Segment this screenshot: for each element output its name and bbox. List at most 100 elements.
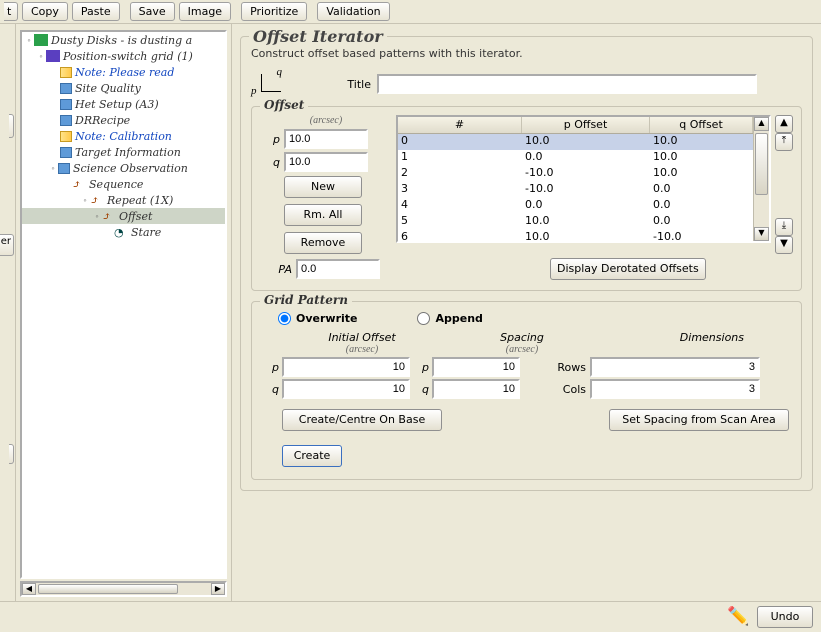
component-icon <box>60 99 72 110</box>
scroll-right-icon[interactable]: ▶ <box>211 583 225 595</box>
new-button[interactable]: New <box>284 176 362 198</box>
table-vscrollbar[interactable]: ▲ ▼ <box>753 117 769 241</box>
arcsec-label: (arcsec) <box>442 344 602 355</box>
note-icon <box>60 131 72 142</box>
tree-label[interactable]: Note: Please read <box>75 66 174 79</box>
panel-title: Offset Iterator <box>249 27 387 46</box>
grid-q-spacing-input[interactable] <box>432 379 520 399</box>
grid-rows-input[interactable] <box>590 357 760 377</box>
table-row[interactable]: 3-10.00.0 <box>398 182 753 198</box>
grid-cols-input[interactable] <box>590 379 760 399</box>
program-tree[interactable]: ◦ Dusty Disks - is dusting a ◦ Position-sw… <box>20 30 227 579</box>
move-bottom-button[interactable]: ▼ <box>775 236 793 254</box>
append-radio[interactable] <box>417 312 430 325</box>
image-button[interactable]: Image <box>179 2 231 21</box>
tree-label[interactable]: Site Quality <box>75 82 141 95</box>
grid-p-spacing-input[interactable] <box>432 357 520 377</box>
move-down-button[interactable]: ⤓ <box>775 218 793 236</box>
paste-button[interactable]: Paste <box>72 2 120 21</box>
cell-index: 4 <box>398 198 522 214</box>
tree-label[interactable]: Het Setup (A3) <box>75 98 159 111</box>
cell-q-offset: 10.0 <box>650 134 753 150</box>
component-icon <box>58 163 70 174</box>
undo-button[interactable]: Undo <box>757 606 813 628</box>
tree-label-selected[interactable]: Offset <box>119 210 152 223</box>
validation-button[interactable]: Validation <box>317 2 389 21</box>
scroll-thumb[interactable] <box>755 133 768 195</box>
left-stub-c[interactable] <box>9 444 14 464</box>
p-input[interactable] <box>284 129 368 149</box>
pa-label: PA <box>260 263 296 276</box>
rows-label: Rows <box>550 361 590 374</box>
tree-label[interactable]: DRRecipe <box>75 114 130 127</box>
q-input[interactable] <box>284 152 368 172</box>
col-q-offset[interactable]: q Offset <box>650 117 753 133</box>
save-button[interactable]: Save <box>130 2 175 21</box>
cell-index: 5 <box>398 214 522 230</box>
pa-input[interactable] <box>296 259 380 279</box>
scroll-left-icon[interactable]: ◀ <box>22 583 36 595</box>
scroll-down-icon[interactable]: ▼ <box>754 227 769 241</box>
panel-subtitle: Construct offset based patterns with thi… <box>251 47 802 60</box>
cell-q-offset: 0.0 <box>650 214 753 230</box>
tree-label[interactable]: Science Observation <box>73 162 188 175</box>
overwrite-label: Overwrite <box>296 312 357 325</box>
tree-label[interactable]: Repeat (1X) <box>107 194 173 207</box>
tree-twisty[interactable]: ◦ <box>24 35 34 45</box>
cell-q-offset: -10.0 <box>650 230 753 241</box>
tree-hscrollbar[interactable]: ◀ ▶ <box>20 581 227 597</box>
tree-label[interactable]: Dusty Disks - is dusting a <box>51 34 192 47</box>
dimensions-header: Dimensions <box>602 331 744 344</box>
grid-p-offset-input[interactable] <box>282 357 410 377</box>
undo-icon: ✏️ <box>727 606 751 628</box>
cell-index: 6 <box>398 230 522 241</box>
cell-p-offset: 10.0 <box>522 214 650 230</box>
cell-p-offset: -10.0 <box>522 182 650 198</box>
table-row[interactable]: 610.0-10.0 <box>398 230 753 241</box>
table-row[interactable]: 40.00.0 <box>398 198 753 214</box>
col-index[interactable]: # <box>398 117 522 133</box>
col-p-offset[interactable]: p Offset <box>522 117 650 133</box>
arcsec-label: (arcsec) <box>282 344 442 355</box>
scroll-up-icon[interactable]: ▲ <box>754 117 769 131</box>
tree-label[interactable]: Note: Calibration <box>75 130 172 143</box>
remove-button[interactable]: Remove <box>284 232 362 254</box>
create-centre-base-button[interactable]: Create/Centre On Base <box>282 409 442 431</box>
cols-label: Cols <box>550 383 590 396</box>
copy-button[interactable]: Copy <box>22 2 68 21</box>
table-row[interactable]: 2-10.010.0 <box>398 166 753 182</box>
cell-q-offset: 0.0 <box>650 198 753 214</box>
stare-icon <box>114 226 128 238</box>
set-spacing-scan-button[interactable]: Set Spacing from Scan Area <box>609 409 789 431</box>
tree-twisty[interactable]: ◦ <box>36 51 46 61</box>
prioritize-button[interactable]: Prioritize <box>241 2 307 21</box>
table-row[interactable]: 010.010.0 <box>398 134 753 150</box>
cell-index: 1 <box>398 150 522 166</box>
left-stub-b[interactable]: er <box>0 234 14 256</box>
table-row[interactable]: 10.010.0 <box>398 150 753 166</box>
tree-label[interactable]: Sequence <box>89 178 143 191</box>
rm-all-button[interactable]: Rm. All <box>284 204 362 226</box>
tree-label[interactable]: Stare <box>131 226 161 239</box>
grid-q-offset-input[interactable] <box>282 379 410 399</box>
tree-twisty[interactable]: ◦ <box>92 211 102 221</box>
title-input[interactable] <box>377 74 757 94</box>
move-top-button[interactable]: ▲ <box>775 115 793 133</box>
tree-twisty[interactable]: ◦ <box>80 195 90 205</box>
create-button[interactable]: Create <box>282 445 342 467</box>
tree-twisty[interactable]: ◦ <box>48 163 58 173</box>
tree-label[interactable]: Target Information <box>75 146 181 159</box>
component-icon <box>60 147 72 158</box>
offsets-table[interactable]: # p Offset q Offset 010.010.010.010.02-1… <box>398 117 753 241</box>
component-icon <box>60 83 72 94</box>
display-derotated-button[interactable]: Display Derotated Offsets <box>550 258 706 280</box>
cut-button-partial[interactable]: t <box>4 2 18 21</box>
cell-index: 2 <box>398 166 522 182</box>
left-stub-a[interactable] <box>9 114 14 138</box>
scroll-thumb[interactable] <box>38 584 178 594</box>
q-label: q <box>410 383 432 396</box>
table-row[interactable]: 510.00.0 <box>398 214 753 230</box>
overwrite-radio[interactable] <box>278 312 291 325</box>
move-up-button[interactable]: ⤒ <box>775 133 793 151</box>
tree-label[interactable]: Position-switch grid (1) <box>63 50 193 63</box>
